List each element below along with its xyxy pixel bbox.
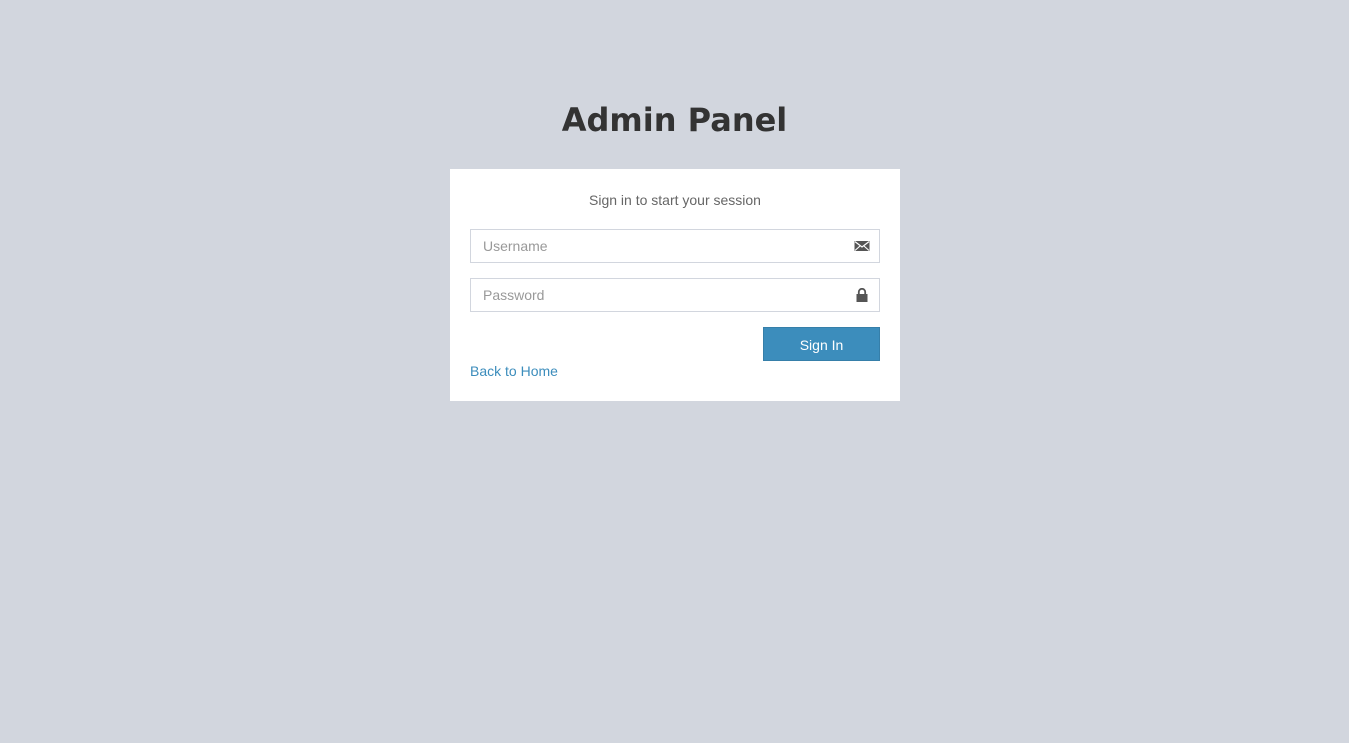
page-title: Admin Panel bbox=[561, 101, 788, 139]
login-message: Sign in to start your session bbox=[589, 192, 761, 208]
envelope-icon bbox=[854, 239, 870, 253]
password-input[interactable] bbox=[471, 279, 841, 311]
password-field[interactable] bbox=[470, 278, 880, 312]
sign-in-button[interactable]: Sign In bbox=[763, 327, 880, 361]
username-field[interactable] bbox=[470, 229, 880, 263]
back-to-home-link[interactable]: Back to Home bbox=[470, 362, 558, 380]
username-input[interactable] bbox=[471, 230, 841, 262]
lock-icon bbox=[854, 287, 870, 302]
login-box: Sign in to start your session Sign In Ba… bbox=[450, 169, 900, 401]
